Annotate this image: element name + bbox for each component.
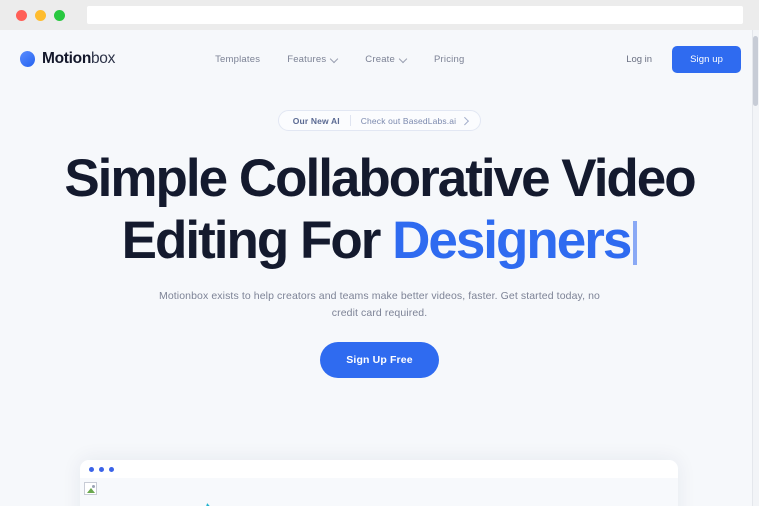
- page-scrollbar[interactable]: [752, 30, 759, 506]
- chevron-right-icon: [462, 118, 468, 124]
- page-title: Simple Collaborative Video Editing For D…: [0, 148, 759, 272]
- preview-dot-icon: [89, 466, 94, 472]
- droplet-icon: [18, 50, 37, 68]
- video-preview-card[interactable]: Michael: [80, 460, 678, 506]
- signup-free-button[interactable]: Sign Up Free: [320, 342, 439, 378]
- typing-caret: [633, 221, 638, 265]
- url-address-bar[interactable]: [87, 6, 743, 24]
- browser-window: Motionbox Templates Features Create Pric…: [0, 0, 759, 506]
- announcement-badge-link-label: Check out BasedLabs.ai: [360, 115, 457, 126]
- nav-item-pricing[interactable]: Pricing: [434, 54, 464, 65]
- nav-item-create[interactable]: Create: [365, 54, 407, 65]
- nav-links: Templates Features Create Pricing: [215, 54, 464, 65]
- nav-item-templates-label: Templates: [215, 53, 261, 65]
- traffic-lights: [8, 9, 69, 21]
- hero-section: Our New AI Check out BasedLabs.ai Simple…: [0, 88, 759, 378]
- broken-image-icon: [84, 482, 97, 495]
- page-viewport: Motionbox Templates Features Create Pric…: [0, 30, 759, 506]
- nav-item-templates[interactable]: Templates: [215, 54, 260, 65]
- preview-dot-icon: [99, 466, 104, 472]
- login-link[interactable]: Log in: [626, 54, 652, 65]
- minimize-window-button[interactable]: [35, 9, 46, 21]
- preview-dot-icon: [109, 466, 114, 472]
- close-window-button[interactable]: [16, 9, 27, 21]
- headline-line-2-accent: Designers: [392, 211, 632, 270]
- announcement-badge[interactable]: Our New AI Check out BasedLabs.ai: [277, 110, 482, 131]
- headline-line-1: Simple Collaborative Video: [64, 149, 696, 208]
- nav-item-create-label: Create: [365, 53, 395, 65]
- hero-subtitle: Motionbox exists to help creators and te…: [159, 290, 600, 319]
- preview-card-titlebar: [80, 460, 678, 478]
- browser-chrome-bar: [0, 0, 759, 30]
- signup-button[interactable]: Sign up: [672, 45, 741, 73]
- chevron-down-icon: [400, 56, 407, 63]
- headline-line-2-static: Editing For: [121, 211, 393, 270]
- nav-item-features[interactable]: Features: [287, 54, 338, 65]
- logo-motionbox[interactable]: Motionbox: [18, 50, 115, 68]
- nav-item-features-label: Features: [287, 53, 327, 65]
- badge-divider: [349, 115, 351, 126]
- logo-text-bold: Motion: [42, 50, 91, 67]
- announcement-badge-tag: Our New AI: [292, 115, 340, 126]
- logo-text: Motionbox: [42, 50, 115, 68]
- page-scrollbar-thumb[interactable]: [753, 36, 758, 106]
- maximize-window-button[interactable]: [54, 9, 65, 21]
- chevron-down-icon: [331, 56, 338, 63]
- site-navbar: Motionbox Templates Features Create Pric…: [0, 30, 759, 88]
- preview-card-body: Michael: [80, 478, 678, 506]
- nav-actions: Log in Sign up: [626, 45, 741, 73]
- nav-item-pricing-label: Pricing: [434, 53, 465, 65]
- logo-text-light: box: [90, 50, 116, 67]
- announcement-badge-link[interactable]: Check out BasedLabs.ai: [361, 116, 468, 126]
